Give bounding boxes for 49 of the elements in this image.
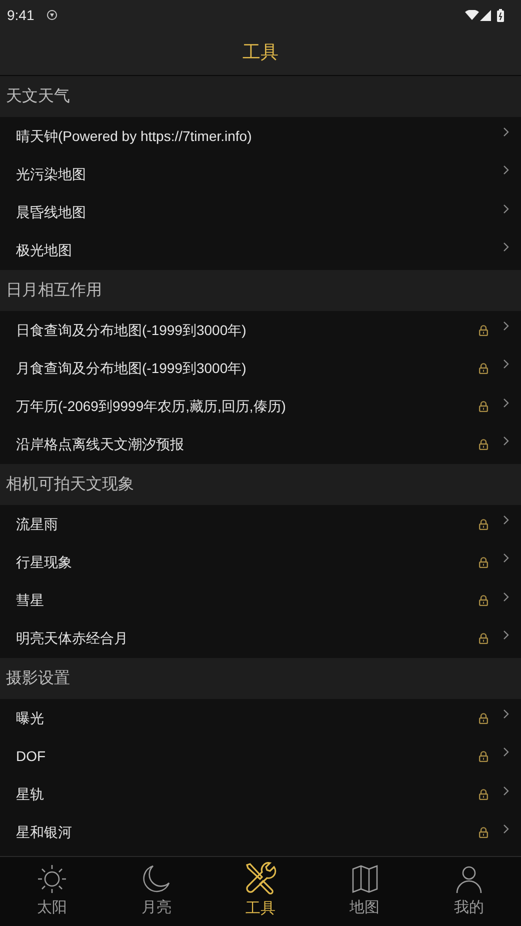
battery-icon bbox=[497, 8, 504, 22]
chevron-icon bbox=[503, 204, 509, 214]
section-header: 天文天气 bbox=[6, 86, 70, 106]
row-label: 曝光 bbox=[16, 708, 45, 728]
chevron-icon bbox=[503, 786, 509, 796]
chevron-icon bbox=[503, 747, 509, 758]
chevron-icon bbox=[503, 242, 509, 252]
tools-icon bbox=[244, 862, 278, 896]
chevron-icon bbox=[503, 398, 509, 408]
row-label: 流星雨 bbox=[16, 514, 59, 534]
row-label: 晴天钟(Powered by https://7timer.info) bbox=[16, 126, 253, 146]
chevron-icon bbox=[503, 515, 509, 526]
row-label: 星和银河 bbox=[16, 823, 73, 842]
row-label: 日食查询及分布地图(-1999到3000年) bbox=[16, 320, 248, 340]
shield-icon bbox=[47, 10, 58, 20]
signal-icon bbox=[480, 10, 491, 20]
tab[interactable]: 地图 bbox=[312, 857, 417, 926]
chevron-icon bbox=[503, 127, 509, 138]
chevron-icon bbox=[503, 165, 509, 176]
chevron-icon bbox=[503, 630, 509, 640]
row-label: 彗星 bbox=[16, 591, 45, 610]
row-label: DOF bbox=[16, 746, 47, 766]
row-label: 明亮天体赤经合月 bbox=[16, 629, 129, 648]
chevron-icon bbox=[503, 709, 509, 720]
chevron-icon bbox=[503, 592, 509, 602]
row-label: 星轨 bbox=[16, 785, 45, 804]
status-time: 9:41 bbox=[7, 6, 34, 24]
chevron-icon bbox=[503, 321, 509, 332]
page-title: 工具 bbox=[242, 41, 278, 64]
row-label: 晨昏线地图 bbox=[16, 203, 87, 222]
chevron-icon bbox=[503, 553, 509, 564]
row-label: 万年历(-2069到9999年农历,藏历,回历,傣历) bbox=[16, 397, 287, 416]
chevron-icon bbox=[503, 824, 509, 834]
row-label: 极光地图 bbox=[16, 241, 73, 260]
section-header: 摄影设置 bbox=[6, 668, 70, 688]
sun-icon bbox=[36, 863, 68, 896]
row-label: 光污染地图 bbox=[16, 164, 87, 184]
wifi-icon bbox=[465, 10, 479, 20]
row-label: 行星现象 bbox=[16, 552, 73, 572]
section-header: 日月相互作用 bbox=[6, 280, 102, 300]
chevron-icon bbox=[503, 436, 509, 446]
tab[interactable]: 太阳 bbox=[0, 857, 104, 926]
tab[interactable]: 月亮 bbox=[104, 857, 208, 926]
row-label: 沿岸格点离线天文潮汐预报 bbox=[16, 435, 185, 454]
tab[interactable]: 工具 bbox=[208, 857, 313, 926]
section-header: 相机可拍天文现象 bbox=[6, 474, 134, 494]
row-label: 月食查询及分布地图(-1999到3000年) bbox=[16, 358, 248, 378]
chevron-icon bbox=[503, 359, 509, 370]
tab[interactable]: 我的 bbox=[416, 857, 521, 926]
